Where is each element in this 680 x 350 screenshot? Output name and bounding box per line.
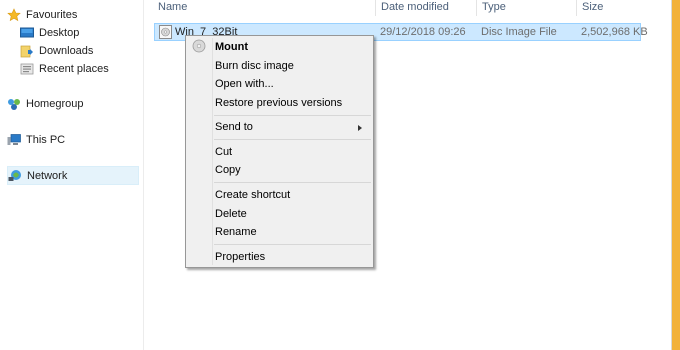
nav-label: Downloads (39, 44, 94, 57)
menu-separator (214, 244, 371, 245)
menu-item-delete[interactable]: Delete (215, 205, 365, 223)
menu-item-properties[interactable]: Properties (215, 248, 365, 266)
column-divider[interactable] (576, 0, 577, 16)
submenu-arrow-icon (358, 125, 362, 131)
nav-homegroup[interactable]: Homegroup (7, 95, 83, 112)
nav-network[interactable]: Network (7, 166, 139, 185)
menu-item-copy[interactable]: Copy (215, 161, 365, 179)
menu-item-label: Send to (215, 121, 253, 133)
nav-label: Desktop (39, 26, 80, 39)
column-header-name[interactable]: Name (158, 0, 187, 18)
nav-favourites[interactable]: Favourites (7, 6, 77, 23)
column-divider[interactable] (476, 0, 477, 16)
column-divider[interactable] (375, 0, 376, 16)
navigation-pane: Favourites Desktop Downloads Recent plac… (0, 0, 143, 350)
menu-separator (214, 182, 371, 183)
star-icon (7, 7, 21, 22)
network-icon (8, 169, 22, 183)
window-frame-right[interactable] (672, 0, 680, 350)
menu-item-restore-previous-versions[interactable]: Restore previous versions (215, 94, 365, 112)
file-date-modified: 29/12/2018 09:26 (380, 26, 466, 38)
nav-desktop[interactable]: Desktop (20, 24, 79, 41)
nav-this-pc[interactable]: This PC (7, 131, 65, 148)
nav-downloads[interactable]: Downloads (20, 42, 93, 59)
file-type: Disc Image File (481, 26, 557, 38)
column-header-date-modified[interactable]: Date modified (381, 0, 449, 18)
nav-label: Favourites (26, 8, 78, 21)
menu-item-create-shortcut[interactable]: Create shortcut (215, 186, 365, 204)
homegroup-icon (7, 97, 21, 111)
menu-separator (214, 115, 371, 116)
menu-gutter (212, 38, 213, 265)
column-header-size[interactable]: Size (582, 0, 603, 18)
pane-splitter[interactable] (143, 0, 144, 350)
disc-image-file-icon (159, 25, 172, 39)
file-size: 2,502,968 KB (581, 26, 648, 38)
menu-item-send-to[interactable]: Send to (215, 118, 370, 136)
menu-item-mount[interactable]: Mount (215, 38, 365, 56)
nav-label: Homegroup (26, 97, 84, 110)
recent-places-icon (20, 62, 34, 76)
menu-item-rename[interactable]: Rename (215, 223, 365, 241)
desktop-icon (20, 26, 34, 40)
menu-item-cut[interactable]: Cut (215, 143, 365, 161)
menu-separator (214, 139, 371, 140)
nav-recent-places[interactable]: Recent places (20, 60, 109, 77)
menu-item-open-with[interactable]: Open with... (215, 75, 365, 93)
disc-icon (192, 39, 206, 53)
computer-icon (7, 133, 21, 147)
menu-item-burn-disc-image[interactable]: Burn disc image (215, 57, 365, 75)
nav-label: Network (27, 169, 68, 182)
downloads-icon (20, 44, 34, 58)
nav-label: Recent places (39, 62, 109, 75)
context-menu: Mount Burn disc image Open with... Resto… (185, 35, 374, 268)
column-header-type[interactable]: Type (482, 0, 506, 18)
nav-label: This PC (26, 133, 66, 146)
